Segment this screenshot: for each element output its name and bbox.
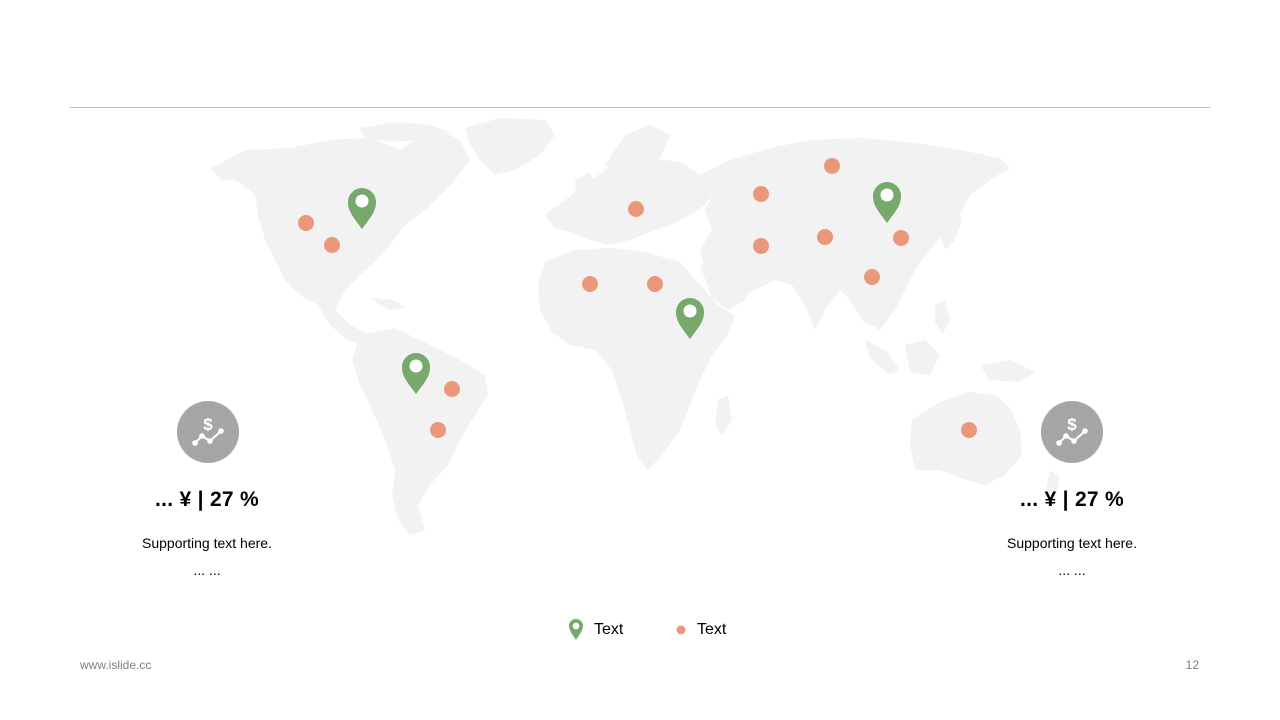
north-america bbox=[218, 130, 470, 350]
legend-dot: Text bbox=[676, 619, 726, 641]
madagascar bbox=[715, 395, 732, 435]
dot-marker-icon bbox=[753, 238, 769, 254]
legend-pin-label: Text bbox=[594, 621, 624, 638]
stat-ellipsis-right: ... ... bbox=[1058, 562, 1086, 578]
dot-marker-icon bbox=[893, 230, 909, 246]
africa bbox=[538, 248, 735, 470]
map-pin-icon bbox=[569, 619, 583, 640]
asia bbox=[700, 138, 1010, 330]
dollar-trend-icon: $ bbox=[1056, 415, 1088, 446]
world-map bbox=[210, 118, 1060, 535]
greenland bbox=[465, 118, 555, 175]
page-number: 12 bbox=[1185, 658, 1199, 672]
caribbean bbox=[370, 298, 405, 310]
dot-marker-icon bbox=[864, 269, 880, 285]
dot-marker-icon bbox=[628, 201, 644, 217]
philippines bbox=[935, 300, 950, 335]
australia bbox=[910, 392, 1022, 485]
dot-marker-icon bbox=[647, 276, 663, 292]
dot-marker-icon bbox=[444, 381, 460, 397]
stat-value-right: ... ¥ | 27 % bbox=[1019, 488, 1125, 511]
dot-marker-icon bbox=[430, 422, 446, 438]
stat-text-right: Supporting text here. bbox=[1007, 535, 1137, 551]
footer-url[interactable]: www.islide.cc bbox=[80, 658, 151, 672]
continents bbox=[210, 118, 1060, 535]
stat-value-left: ... ¥ | 27 % bbox=[154, 488, 260, 511]
dot-marker-icon bbox=[753, 186, 769, 202]
svg-text:$: $ bbox=[1067, 415, 1077, 434]
legend-dot-label: Text bbox=[697, 621, 727, 638]
dot-marker-icon bbox=[817, 229, 833, 245]
stat-ellipsis-left: ... ... bbox=[193, 562, 221, 578]
dot-marker-icon bbox=[324, 237, 340, 253]
stat-text-left: Supporting text here. bbox=[142, 535, 272, 551]
stat-circle-left: $ bbox=[177, 401, 239, 463]
dot-marker-icon bbox=[676, 625, 686, 635]
dollar-trend-icon: $ bbox=[192, 415, 224, 446]
svg-text:$: $ bbox=[203, 415, 213, 434]
stat-circle-right: $ bbox=[1041, 401, 1103, 463]
sumatra bbox=[865, 340, 900, 375]
dot-marker-icon bbox=[582, 276, 598, 292]
dot-marker-icon bbox=[298, 215, 314, 231]
borneo bbox=[905, 340, 940, 375]
dot-marker-icon bbox=[824, 158, 840, 174]
new-guinea bbox=[980, 360, 1035, 382]
dot-marker-icon bbox=[961, 422, 977, 438]
legend-pin: Text bbox=[568, 619, 623, 641]
